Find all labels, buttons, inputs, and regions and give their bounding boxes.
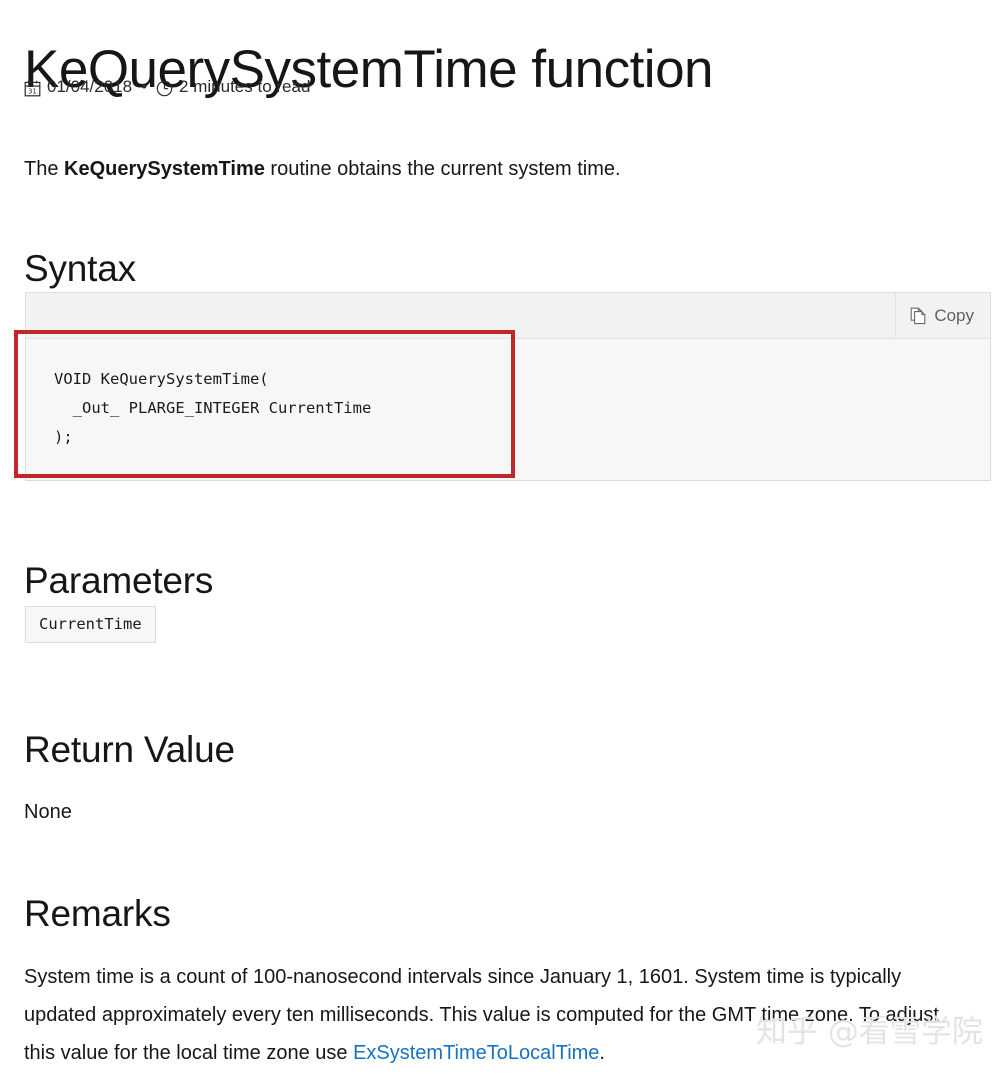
- clock-icon: [156, 80, 173, 97]
- meta-separator: •: [141, 77, 148, 96]
- return-value-text: None: [24, 801, 72, 823]
- parameter-name-currenttime: CurrentTime: [25, 606, 156, 643]
- read-time: 2 minutes to read: [179, 77, 311, 96]
- intro-prefix: The: [24, 158, 65, 180]
- copy-icon: [910, 307, 927, 325]
- intro-function-name: KeQuerySystemTime: [64, 158, 265, 180]
- copy-button-label: Copy: [934, 305, 974, 325]
- document-page: KeQuerySystemTime function 31 01/04/2018…: [0, 0, 1008, 1078]
- syntax-code-block: Copy VOID KeQuerySystemTime( _Out_ PLARG…: [25, 292, 991, 481]
- link-exsystemtimetolocaltime[interactable]: ExSystemTimeToLocalTime: [353, 1042, 599, 1064]
- code-text: VOID KeQuerySystemTime( _Out_ PLARGE_INT…: [54, 370, 372, 446]
- section-heading-syntax: Syntax: [24, 247, 136, 289]
- intro-suffix: routine obtains the current system time.: [264, 158, 621, 180]
- section-heading-parameters: Parameters: [24, 559, 214, 601]
- section-heading-return-value: Return Value: [24, 728, 235, 770]
- remarks-text-after-link: .: [599, 1042, 605, 1064]
- intro-paragraph: The KeQuerySystemTime routine obtains th…: [24, 154, 621, 184]
- code-toolbar: Copy: [26, 293, 990, 339]
- section-heading-remarks: Remarks: [24, 892, 171, 934]
- svg-text:31: 31: [28, 87, 36, 95]
- publish-date: 01/04/2018: [47, 77, 133, 96]
- article-metadata: 31 01/04/2018 • 2 minutes to read: [24, 76, 310, 98]
- remarks-paragraph: System time is a count of 100-nanosecond…: [24, 958, 952, 1072]
- calendar-icon: 31: [24, 80, 41, 97]
- copy-button[interactable]: Copy: [895, 293, 990, 338]
- code-body[interactable]: VOID KeQuerySystemTime( _Out_ PLARGE_INT…: [26, 339, 990, 480]
